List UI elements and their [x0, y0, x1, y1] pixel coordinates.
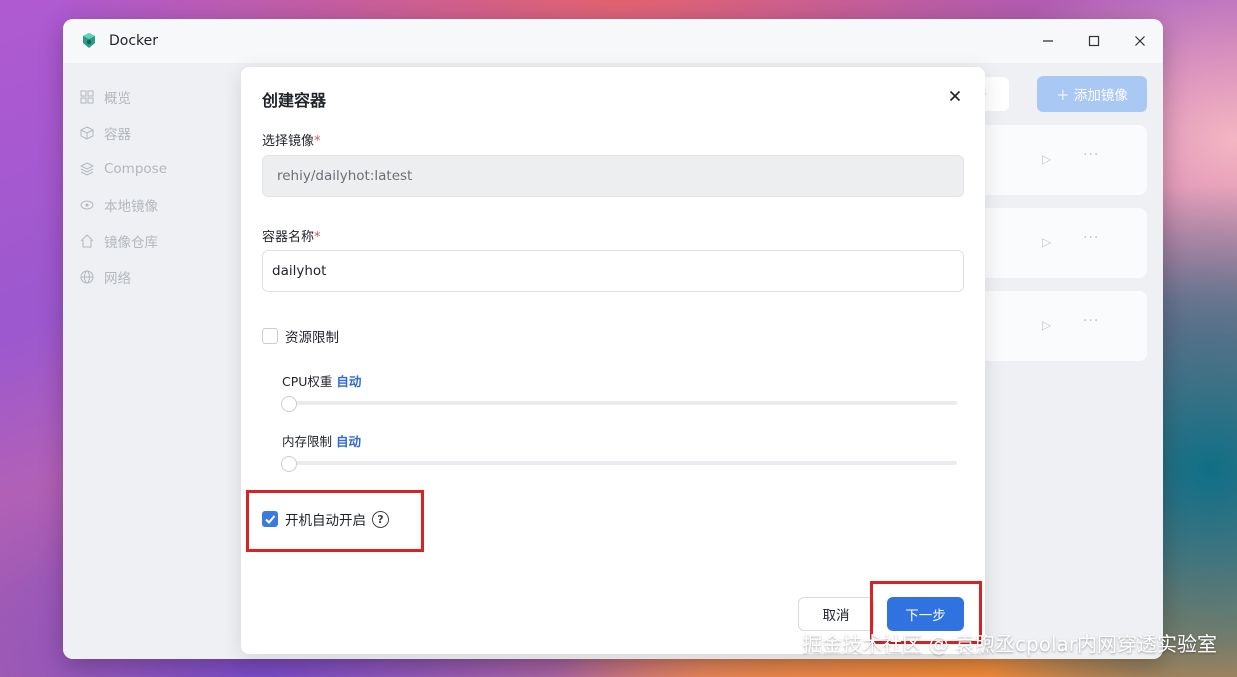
image-card: ▷ ···	[967, 125, 1147, 195]
required-mark: *	[314, 230, 321, 245]
close-icon	[949, 90, 961, 102]
image-card: ▷ ···	[967, 291, 1147, 361]
title-bar: Docker	[63, 19, 1163, 63]
memory-limit-label: 内存限制 自动	[282, 431, 361, 450]
memory-limit-slider[interactable]	[282, 461, 957, 465]
sidebar-item-network[interactable]: 网络	[63, 259, 241, 295]
sidebar-item-containers[interactable]: 容器	[63, 115, 241, 151]
highlight-box-autostart	[246, 490, 424, 552]
minimize-icon	[1043, 40, 1053, 42]
watermark: 掘金技术社区 @ 袁煦丞cpolar内网穿透实验室	[802, 632, 1217, 656]
sidebar-item-compose[interactable]: Compose	[63, 151, 241, 187]
memory-limit-value: 自动	[336, 434, 362, 449]
docker-app-icon	[79, 31, 99, 51]
minimize-button[interactable]	[1025, 19, 1071, 63]
add-image-button[interactable]: ＋ 添加镜像	[1037, 76, 1147, 112]
sidebar-item-local-images[interactable]: 本地镜像	[63, 187, 241, 223]
resource-limit-row[interactable]: 资源限制	[262, 326, 339, 346]
play-icon[interactable]: ▷	[1042, 152, 1051, 166]
more-icon[interactable]: ···	[1083, 147, 1099, 163]
grid-icon	[79, 89, 95, 105]
maximize-icon	[1088, 35, 1100, 47]
create-container-dialog: 创建容器 选择镜像* rehiy/dailyhot:latest 容器名称* d…	[241, 67, 985, 654]
app-title: Docker	[109, 33, 159, 49]
sidebar-item-label: 容器	[104, 127, 131, 143]
cpu-weight-slider[interactable]	[282, 401, 957, 405]
image-select-field: rehiy/dailyhot:latest	[262, 155, 964, 197]
image-select-label: 选择镜像*	[262, 130, 321, 149]
close-icon	[1135, 36, 1145, 46]
container-name-label-text: 容器名称	[262, 230, 315, 245]
more-icon[interactable]: ···	[1083, 313, 1099, 329]
memory-limit-slider-thumb[interactable]	[281, 456, 297, 472]
sidebar-item-label: 概览	[104, 91, 131, 107]
dialog-title: 创建容器	[262, 91, 327, 110]
layers-icon	[79, 161, 95, 177]
more-icon[interactable]: ···	[1083, 230, 1099, 246]
disk-icon	[79, 197, 95, 213]
play-icon[interactable]: ▷	[1042, 318, 1051, 332]
image-card: ▷ ···	[967, 208, 1147, 278]
globe-icon	[79, 269, 95, 285]
dialog-close-button[interactable]	[947, 89, 963, 105]
required-mark: *	[314, 134, 321, 149]
close-window-button[interactable]	[1117, 19, 1163, 63]
cpu-weight-slider-thumb[interactable]	[281, 396, 297, 412]
memory-limit-label-text: 内存限制	[282, 434, 333, 449]
sidebar: 概览 容器 Compose 本地镜像 镜像仓库 网络	[63, 63, 241, 659]
resource-limit-label: 资源限制	[285, 330, 339, 346]
resource-limit-checkbox[interactable]	[262, 328, 278, 344]
sidebar-item-registry[interactable]: 镜像仓库	[63, 223, 241, 259]
image-select-label-text: 选择镜像	[262, 134, 315, 149]
sidebar-item-label: 镜像仓库	[104, 235, 158, 251]
container-name-input[interactable]: dailyhot	[262, 250, 964, 292]
box-icon	[79, 125, 95, 141]
sidebar-item-label: 网络	[104, 271, 131, 287]
maximize-button[interactable]	[1071, 19, 1117, 63]
sidebar-item-label: Compose	[104, 161, 168, 177]
window-controls	[1025, 19, 1163, 63]
cpu-weight-value: 自动	[336, 374, 362, 389]
container-name-label: 容器名称*	[262, 226, 321, 245]
cpu-weight-label-text: CPU权重	[282, 374, 333, 389]
container-name-value: dailyhot	[272, 263, 327, 279]
cancel-button[interactable]: 取消	[798, 597, 874, 631]
sidebar-item-label: 本地镜像	[104, 199, 158, 215]
home-icon	[79, 233, 95, 249]
image-select-value: rehiy/dailyhot:latest	[277, 168, 413, 184]
cpu-weight-label: CPU权重 自动	[282, 371, 361, 390]
sidebar-item-overview[interactable]: 概览	[63, 79, 241, 115]
play-icon[interactable]: ▷	[1042, 235, 1051, 249]
